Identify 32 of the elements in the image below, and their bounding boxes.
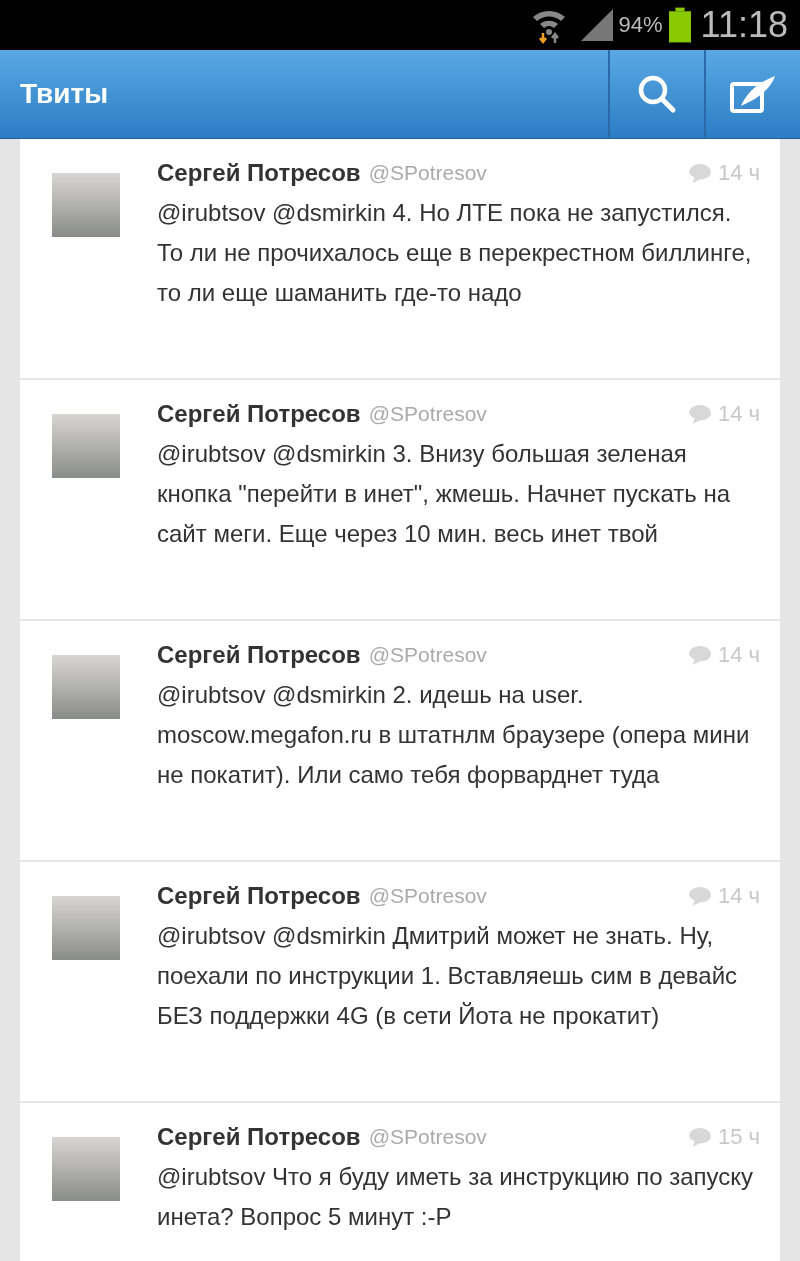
compose-icon bbox=[729, 74, 777, 114]
signal-icon bbox=[580, 9, 613, 41]
author-handle: @SPotresov bbox=[368, 1125, 488, 1149]
author-handle: @SPotresov bbox=[368, 643, 488, 667]
author-name: Сергей Потресов bbox=[157, 159, 361, 187]
author-name: Сергей Потресов bbox=[157, 1123, 361, 1151]
search-icon bbox=[637, 74, 677, 114]
speech-bubble-icon bbox=[687, 163, 712, 183]
author-name: Сергей Потресов bbox=[157, 400, 361, 428]
speech-bubble-icon bbox=[687, 645, 712, 665]
battery-percentage: 94% bbox=[618, 12, 663, 38]
speech-bubble-icon bbox=[687, 1127, 712, 1147]
tweet-text: @irubtsov Что я буду иметь за инструкцию по запуску инета? Вопрос 5 минут :-P bbox=[157, 1162, 755, 1232]
tweet-text: @irubtsov @dsmirkin 3. Внизу большая зеленая кнопка "перейти в инет", жмешь. Начнет пускать на сайт меги. Еще через 10 мин. весь инет твой bbox=[157, 439, 732, 549]
author-name: Сергей Потресов bbox=[157, 641, 361, 669]
author-handle: @SPotresov bbox=[368, 402, 488, 426]
screen-title: Твиты bbox=[19, 78, 110, 110]
clock: 11:18 bbox=[700, 4, 788, 46]
avatar-photo-placeholder bbox=[52, 1137, 120, 1201]
tweet-text: @irubtsov @dsmirkin 2. идешь на user. moscow.megafon.ru в штатнлм браузере (опера мини не покатит). Или само тебя форварднет туда bbox=[157, 680, 751, 790]
author-handle: @SPotresov bbox=[368, 161, 488, 185]
speech-bubble-icon bbox=[687, 404, 712, 424]
tweet-text: @irubtsov @dsmirkin 4. Но ЛТЕ пока не запустился. То ли не прочихалось еще в перекрестном биллинге, то ли еще шаманить где-то надо bbox=[157, 198, 753, 308]
tweet-text: @irubtsov @dsmirkin Дмитрий может не знать. Ну, поехали по инструкции 1. Вставляешь сим в девайс БЕЗ поддержки 4G (в сети Йота не прокатит) bbox=[157, 921, 739, 1031]
battery-icon bbox=[668, 7, 691, 43]
avatar-photo-placeholder bbox=[52, 173, 120, 237]
author-handle: @SPotresov bbox=[368, 884, 488, 908]
avatar-photo-placeholder bbox=[52, 896, 120, 960]
avatar-photo-placeholder bbox=[52, 414, 120, 478]
author-name: Сергей Потресов bbox=[157, 882, 361, 910]
speech-bubble-icon bbox=[687, 886, 712, 906]
avatar-photo-placeholder bbox=[52, 655, 120, 719]
